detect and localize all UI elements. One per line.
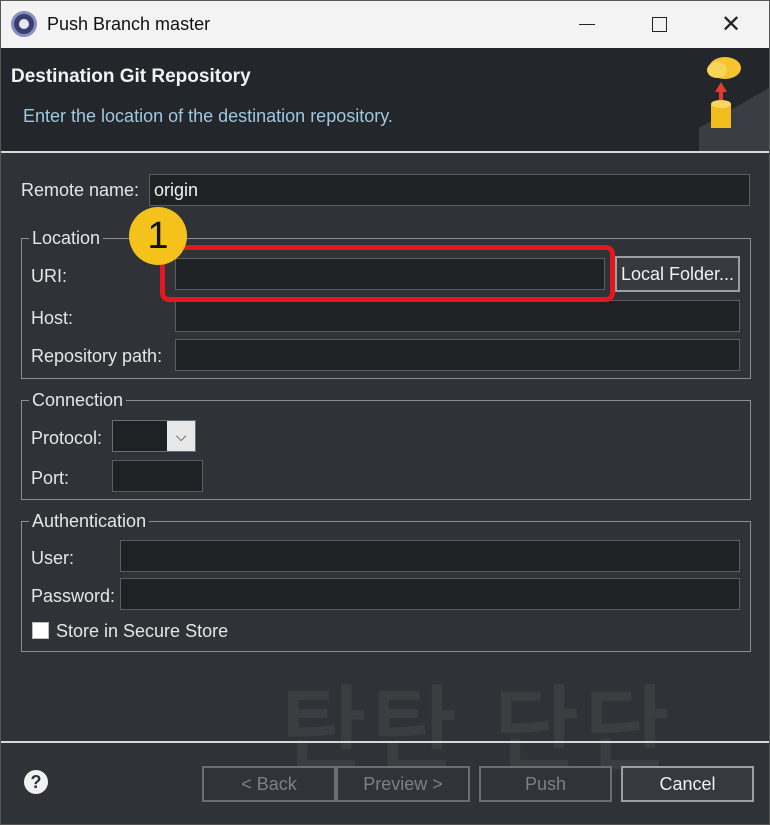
protocol-select[interactable]: ⌵ — [112, 420, 196, 452]
minimize-button[interactable] — [551, 1, 623, 48]
page-description: Enter the location of the destination re… — [23, 106, 393, 126]
maximize-button[interactable] — [623, 1, 695, 48]
user-field[interactable] — [120, 540, 740, 572]
wizard-banner: Destination Git Repository Enter the loc… — [1, 48, 769, 153]
cancel-button[interactable]: Cancel — [621, 766, 754, 802]
password-field[interactable] — [120, 578, 740, 610]
title-bar: Push Branch master ✕ — [1, 1, 769, 48]
location-legend: Location — [29, 228, 104, 249]
eclipse-icon — [11, 11, 37, 37]
push-repository-icon — [699, 57, 769, 153]
maximize-icon — [651, 17, 667, 32]
remote-name-field[interactable] — [149, 174, 750, 206]
authentication-legend: Authentication — [29, 511, 150, 532]
store-secure-label[interactable]: Store in Secure Store — [56, 621, 228, 642]
push-button[interactable]: Push — [479, 766, 612, 802]
close-icon: ✕ — [720, 11, 742, 38]
port-field[interactable] — [112, 460, 203, 492]
host-field[interactable] — [175, 300, 740, 332]
back-button[interactable]: < Back — [202, 766, 336, 802]
step-badge: 1 — [129, 207, 187, 265]
close-button[interactable]: ✕ — [695, 1, 767, 48]
window-title: Push Branch master — [47, 14, 211, 34]
repository-path-label: Repository path: — [31, 346, 163, 366]
help-icon[interactable]: ? — [24, 770, 48, 794]
uri-label: URI: — [31, 266, 67, 286]
password-input[interactable] — [121, 579, 739, 609]
password-label: Password: — [31, 586, 116, 606]
minimize-icon — [579, 24, 595, 25]
user-label: User: — [31, 548, 75, 568]
host-label: Host: — [31, 308, 74, 328]
user-input[interactable] — [121, 541, 739, 571]
chevron-down-icon[interactable]: ⌵ — [167, 421, 195, 451]
push-branch-dialog: Push Branch master ✕ Destination Git Rep… — [0, 0, 770, 825]
port-label: Port: — [31, 468, 70, 488]
banner-divider — [1, 151, 769, 153]
connection-legend: Connection — [29, 390, 127, 411]
footer-divider — [1, 741, 769, 743]
repository-path-input[interactable] — [176, 340, 739, 370]
remote-name-input[interactable] — [150, 175, 749, 205]
preview-button[interactable]: Preview > — [336, 766, 470, 802]
local-folder-button[interactable]: Local Folder... — [615, 256, 740, 292]
page-title: Destination Git Repository — [11, 66, 251, 87]
port-input[interactable] — [113, 461, 202, 491]
uri-highlight-annotation — [160, 245, 615, 302]
repository-path-field[interactable] — [175, 339, 740, 371]
store-secure-checkbox[interactable] — [32, 622, 49, 639]
host-input[interactable] — [176, 301, 739, 331]
protocol-label: Protocol: — [31, 428, 103, 448]
remote-name-label: Remote name: — [21, 180, 140, 200]
